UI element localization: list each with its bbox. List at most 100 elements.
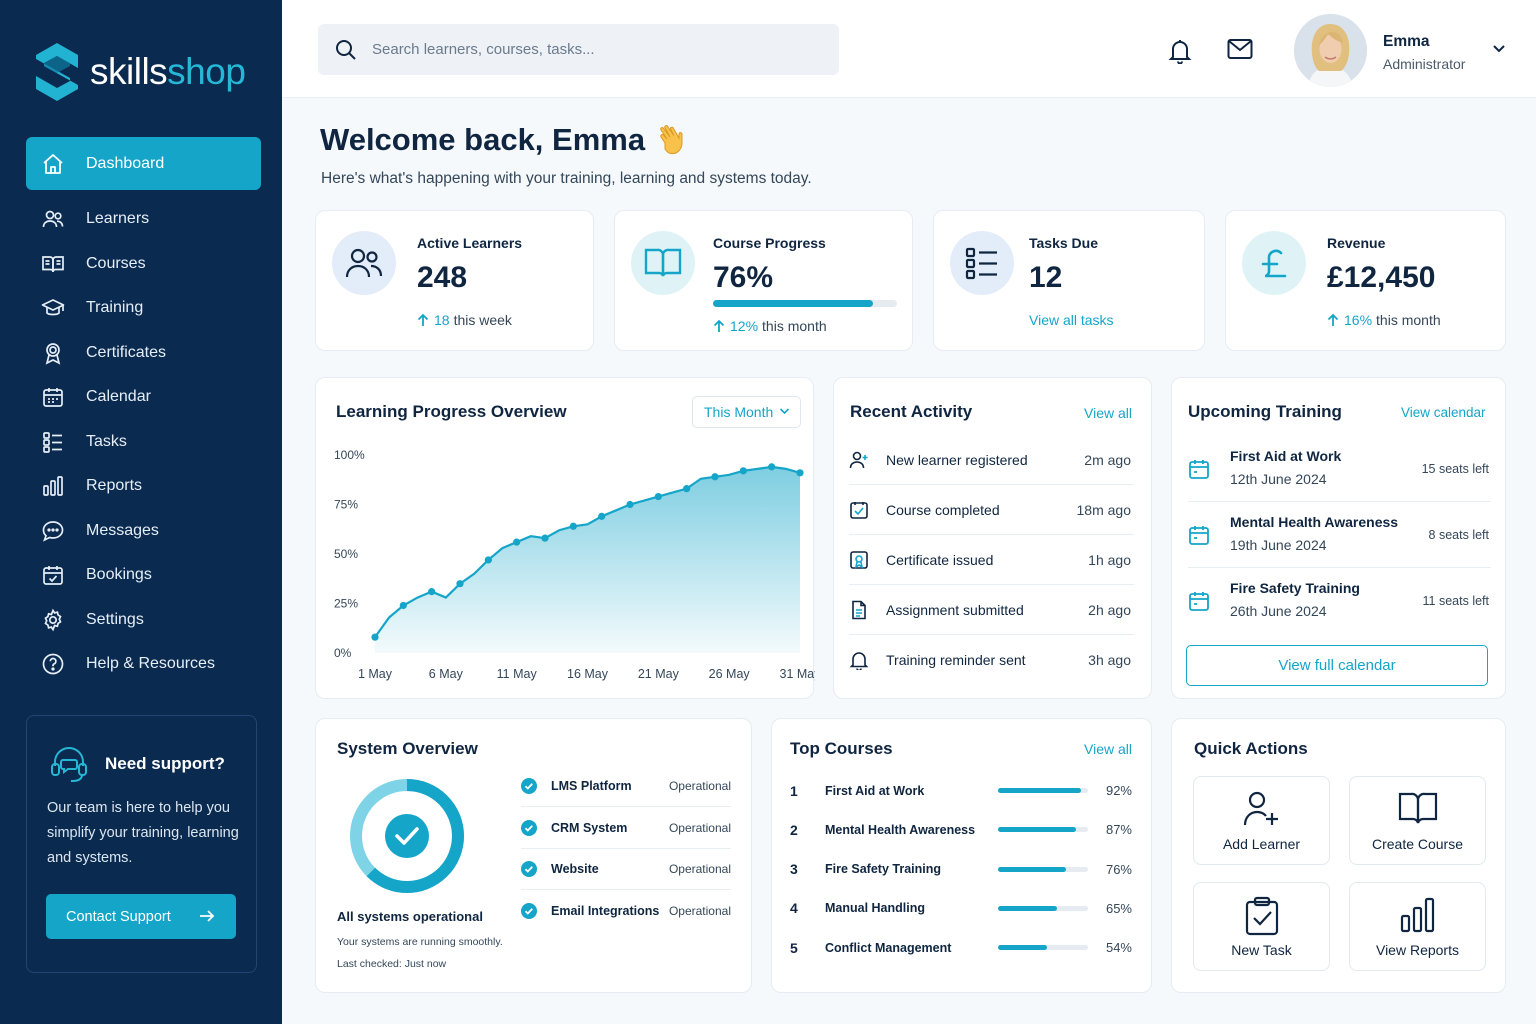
search-placeholder: Search learners, courses, tasks... [372,41,595,58]
view-calendar-link[interactable]: View calendar [1401,405,1486,420]
check-circle-icon [521,902,537,919]
logo[interactable]: skillsshop [34,42,246,102]
card-title: System Overview [337,739,478,758]
view-all-tasks-link[interactable]: View all tasks [1029,312,1114,328]
course-name: Fire Safety Training [825,862,942,877]
contact-support-label: Contact Support [66,908,171,925]
top-courses-card: Top Courses View all 1 First Aid at Work 9… [771,718,1152,993]
activity-text: New learner registered [886,451,1028,468]
checklist-icon [950,231,1014,295]
course-row[interactable]: 4 Manual Handling 65% [790,889,1132,928]
activity-item[interactable]: Training reminder sent 3h ago [849,635,1134,685]
sidebar-item-reports[interactable]: Reports [26,464,261,509]
arrow-right-icon [198,908,216,924]
x-tick-label: 16 May [567,667,609,681]
course-name: Manual Handling [825,901,925,916]
kpi-active-learners: Active Learners 248 18 this week [315,210,594,351]
course-progress-track [998,905,1088,911]
activity-view-all-link[interactable]: View all [1084,405,1132,421]
add-learner-button[interactable]: Add Learner [1193,776,1330,865]
sidebar-item-label: Courses [86,254,146,272]
sidebar-item-dashboard[interactable]: Dashboard [26,137,261,190]
data-point [484,556,492,564]
course-percent: 54% [1105,940,1132,956]
kpi-change-value: 16% [1344,312,1373,328]
activity-item[interactable]: Certificate issued 1h ago [849,535,1134,585]
create-course-button[interactable]: Create Course [1349,776,1486,865]
course-row[interactable]: 3 Fire Safety Training 76% [790,850,1132,889]
sidebar-item-label: Bookings [86,566,152,584]
quick-action-label: Add Learner [1222,836,1301,852]
users-icon [332,231,396,295]
sidebar-item-settings[interactable]: Settings [26,598,261,643]
course-progress-track [998,945,1088,951]
course-percent: 65% [1105,900,1132,916]
training-item[interactable]: First Aid at Work 12th June 2024 15 seat… [1188,436,1491,502]
system-status: Operational [668,821,731,835]
sidebar-item-training[interactable]: Training [26,286,261,331]
sidebar-item-learners[interactable]: Learners [26,197,261,242]
sidebar-item-calendar[interactable]: Calendar [26,375,261,420]
quick-action-label: View Reports [1375,942,1459,958]
sidebar-item-tasks[interactable]: Tasks [26,420,261,465]
activity-time: 18m ago [1076,501,1131,518]
training-seats: 8 seats left [1428,528,1489,542]
support-title: Need support? [105,754,225,773]
sidebar-item-label: Certificates [86,343,167,361]
learning-progress-card: Learning Progress Overview This Month 10… [315,377,816,699]
course-row[interactable]: 1 First Aid at Work 92% [790,771,1132,810]
activity-item[interactable]: Course completed 18m ago [849,485,1134,535]
course-name: Conflict Management [825,940,952,955]
sidebar-item-help[interactable]: Help & Resources [26,642,261,687]
book-icon [40,251,66,277]
view-reports-button[interactable]: View Reports [1349,882,1486,971]
training-date: 19th June 2024 [1230,537,1327,553]
user-avatar[interactable] [1294,14,1367,87]
y-tick-label: 0% [334,646,352,660]
new-task-button[interactable]: New Task [1193,882,1330,971]
data-point [569,522,577,530]
system-last-checked: Last checked: Just now [337,958,447,970]
sidebar-item-courses[interactable]: Courses [26,242,261,287]
calendar-icon [1188,590,1210,612]
system-overview-card: System Overview All systems operational … [315,718,752,993]
top-courses-view-all-link[interactable]: View all [1084,741,1132,757]
series-area [375,466,800,653]
data-point [683,485,691,493]
x-tick-label: 31 May [780,667,816,681]
y-tick-label: 100% [334,448,365,462]
course-rank: 2 [790,821,798,838]
notifications-bell-icon[interactable] [1168,38,1192,64]
sidebar-item-bookings[interactable]: Bookings [26,553,261,598]
quick-action-label: New Task [1231,942,1292,958]
activity-item[interactable]: New learner registered 2m ago [849,435,1134,485]
training-item[interactable]: Fire Safety Training 26th June 2024 11 s… [1188,568,1491,634]
course-row[interactable]: 5 Conflict Management 54% [790,928,1132,967]
user-role: Administrator [1383,56,1466,72]
system-name: Website [551,862,599,876]
view-full-calendar-button[interactable]: View full calendar [1186,645,1488,686]
support-card: Need support? Our team is here to help y… [26,715,257,973]
x-tick-label: 6 May [429,667,464,681]
card-title: Recent Activity [850,402,973,421]
sidebar-item-messages[interactable]: Messages [26,509,261,554]
system-status: Operational [668,862,731,876]
activity-time: 1h ago [1088,551,1131,568]
course-progress-track [998,866,1088,872]
sidebar-item-label: Help & Resources [86,655,215,673]
sidebar-item-certificates[interactable]: Certificates [26,331,261,376]
system-status: Operational [668,779,731,793]
training-seats: 15 seats left [1421,462,1489,476]
system-status-ring [350,779,464,893]
activity-item[interactable]: Assignment submitted 2h ago [849,585,1134,635]
mail-icon[interactable] [1227,38,1253,60]
search-input[interactable]: Search learners, courses, tasks... [318,24,839,75]
data-point [541,534,549,542]
data-point [796,469,804,477]
chevron-down-icon[interactable] [1492,44,1506,54]
course-row[interactable]: 2 Mental Health Awareness 87% [790,810,1132,849]
kpi-change: 16% this month [1327,312,1441,328]
contact-support-button[interactable]: Contact Support [46,894,236,939]
data-point [768,463,776,471]
training-item[interactable]: Mental Health Awareness 19th June 2024 8… [1188,502,1491,568]
